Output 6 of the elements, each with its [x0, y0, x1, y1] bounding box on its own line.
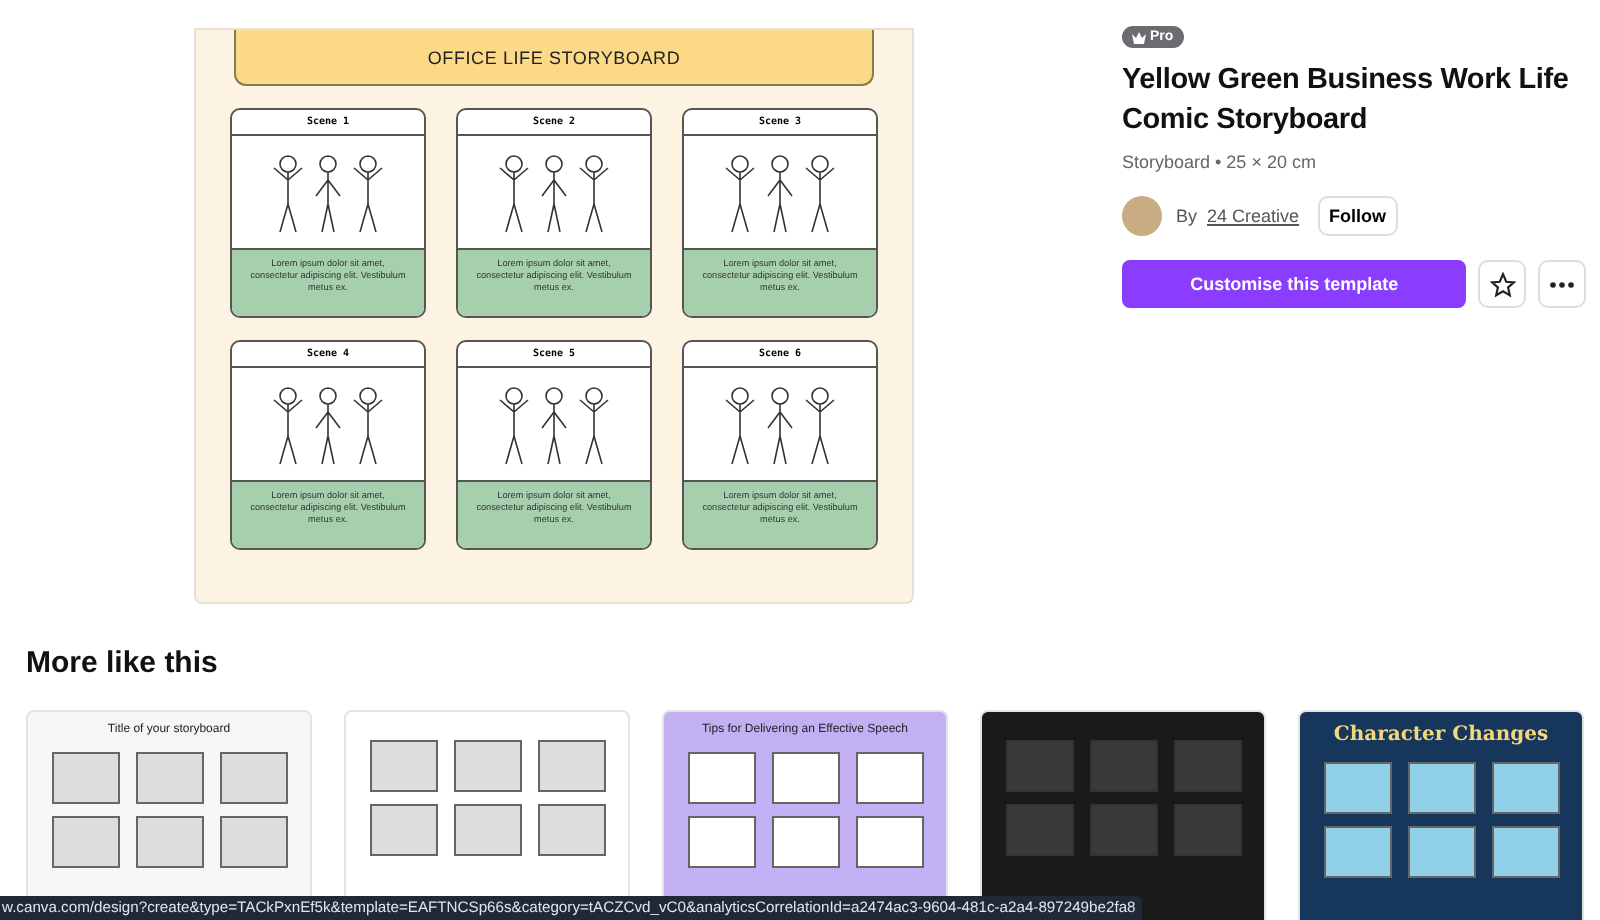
thumbnail-title: Character Changes: [1333, 724, 1549, 746]
template-meta: Storyboard • 25 × 20 cm: [1122, 152, 1318, 172]
storyboard-title: OFFICE LIFE STORYBOARD: [234, 30, 874, 86]
template-title: Yellow Green Business Work Life Comic Storyboard: [1122, 62, 1571, 140]
by-label: By: [1176, 206, 1198, 226]
section-heading: More like this: [26, 646, 220, 680]
